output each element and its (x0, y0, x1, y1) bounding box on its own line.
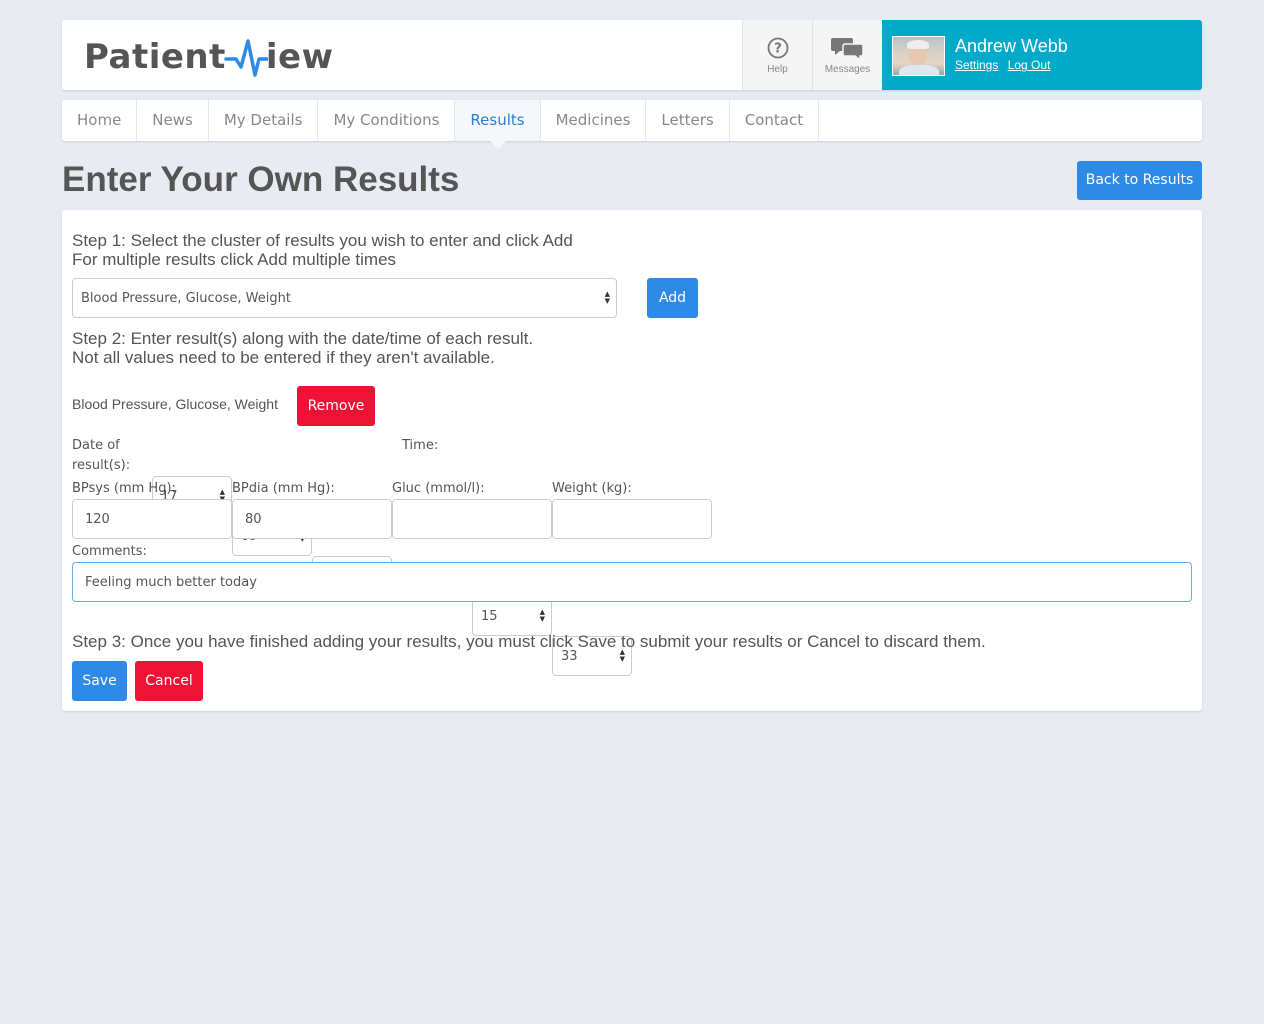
nav-home[interactable]: Home (62, 100, 138, 141)
select-arrows-icon: ▲▼ (539, 608, 545, 623)
gluc-input[interactable] (392, 499, 552, 539)
add-button[interactable]: Add (647, 278, 698, 318)
time-label: Time: (402, 438, 439, 453)
logo-text-left: Patient (84, 37, 226, 77)
bpsys-label: BPsys (mm Hg): (72, 481, 176, 496)
hour-select[interactable]: 15 ▲ ▼ (472, 596, 552, 636)
date-label-line2: result(s): (72, 458, 131, 473)
step2-line2: Not all values need to be entered if the… (72, 348, 495, 367)
bpdia-input[interactable] (232, 499, 392, 539)
messages-label: Messages (824, 63, 871, 75)
nav-my-conditions[interactable]: My Conditions (318, 100, 456, 141)
bpdia-label: BPdia (mm Hg): (232, 481, 335, 496)
select-arrows-icon: ▲▼ (619, 648, 625, 663)
app-header: Patient iew ? Help Messages Andrew Webb … (62, 20, 1202, 90)
results-form-panel: Step 1: Select the cluster of results yo… (62, 210, 1202, 711)
user-panel: Andrew Webb Settings Log Out (882, 20, 1202, 90)
hour-value: 15 (481, 608, 498, 624)
step1-instructions: Step 1: Select the cluster of results yo… (72, 231, 573, 269)
pulse-v-icon (224, 39, 268, 77)
patientview-logo[interactable]: Patient iew (62, 20, 742, 90)
nav-contact[interactable]: Contact (730, 100, 820, 141)
step1-line1: Step 1: Select the cluster of results yo… (72, 231, 573, 250)
nav-my-details[interactable]: My Details (209, 100, 319, 141)
messages-icon (830, 36, 865, 60)
avatar[interactable] (892, 36, 945, 76)
messages-button[interactable]: Messages (812, 20, 882, 90)
comments-input[interactable] (72, 562, 1192, 602)
remove-button[interactable]: Remove (297, 386, 375, 426)
nav-medicines[interactable]: Medicines (541, 100, 647, 141)
main-nav: Home News My Details My Conditions Resul… (62, 100, 1202, 149)
bpsys-input[interactable] (72, 499, 232, 539)
cluster-select-value: Blood Pressure, Glucose, Weight (81, 290, 291, 306)
select-arrows-icon: ▲▼ (604, 290, 610, 305)
weight-input[interactable] (552, 499, 712, 539)
cancel-button[interactable]: Cancel (135, 661, 203, 701)
help-label: Help (767, 63, 788, 75)
cluster-name: Blood Pressure, Glucose, Weight (72, 396, 278, 412)
nav-news[interactable]: News (137, 100, 209, 141)
page-title: Enter Your Own Results (62, 160, 460, 199)
weight-label: Weight (kg): (552, 481, 632, 496)
logout-link[interactable]: Log Out (1008, 58, 1051, 72)
settings-link[interactable]: Settings (955, 58, 998, 72)
comments-label: Comments: (72, 544, 147, 559)
nav-results[interactable]: Results (455, 100, 541, 149)
back-to-results-button[interactable]: Back to Results (1077, 161, 1202, 200)
step2-line1: Step 2: Enter result(s) along with the d… (72, 329, 534, 348)
gluc-label: Gluc (mmol/l): (392, 481, 485, 496)
step3-instructions: Step 3: Once you have finished adding yo… (72, 632, 986, 651)
user-name: Andrew Webb (955, 36, 1068, 56)
step1-line2: For multiple results click Add multiple … (72, 250, 397, 269)
date-label-line1: Date of (72, 438, 120, 453)
svg-text:?: ? (774, 41, 782, 56)
help-icon: ? (767, 36, 789, 60)
help-button[interactable]: ? Help (742, 20, 812, 90)
logo-text-right: iew (265, 37, 334, 77)
step2-instructions: Step 2: Enter result(s) along with the d… (72, 329, 533, 367)
date-label: Date of result(s): (72, 436, 130, 476)
cluster-select[interactable]: Blood Pressure, Glucose, Weight ▲ ▼ (72, 278, 617, 318)
save-button[interactable]: Save (72, 661, 127, 701)
nav-letters[interactable]: Letters (646, 100, 730, 141)
